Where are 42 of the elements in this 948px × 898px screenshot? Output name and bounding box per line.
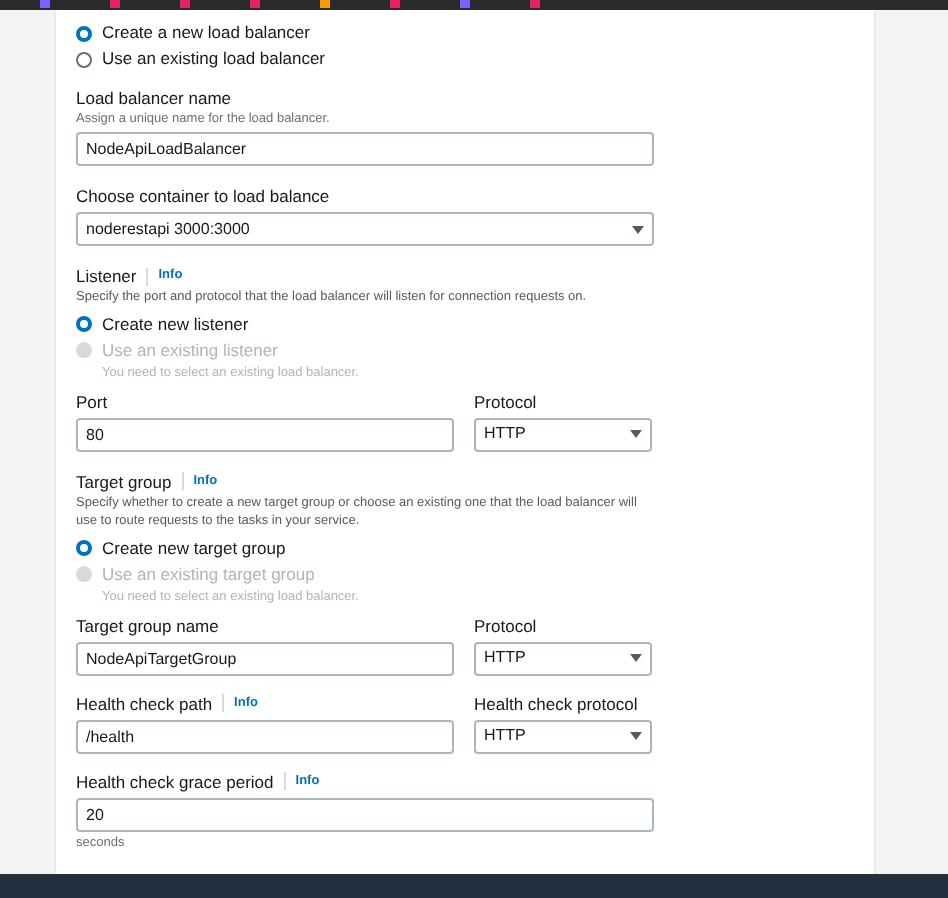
select-dropdown[interactable]: HTTP <box>474 417 652 451</box>
field-label: Port <box>76 389 108 413</box>
text-field[interactable]: NodeApiTargetGroup <box>76 641 454 675</box>
caret-icon <box>630 732 642 740</box>
radio-button[interactable] <box>76 25 92 41</box>
field-label: Load balancer name <box>76 86 232 110</box>
field-label: Choose container to load balance <box>76 184 330 208</box>
text-field[interactable]: 20 <box>76 797 654 831</box>
bookmark-icon[interactable] <box>180 0 190 8</box>
radio-label: Create new listener <box>102 311 249 337</box>
field-label: Target group <box>76 469 172 493</box>
bookmark-icon[interactable] <box>110 0 120 8</box>
radio-button[interactable] <box>76 540 92 556</box>
field-label: Protocol <box>474 389 537 413</box>
bookmark-icon[interactable] <box>390 0 400 8</box>
radio-button[interactable] <box>76 51 92 67</box>
field-label: Protocol <box>474 613 537 637</box>
bookmark-icon[interactable] <box>250 0 260 8</box>
field-label: Health check grace period <box>76 769 274 793</box>
select-dropdown[interactable]: HTTP <box>474 641 652 675</box>
bookmark-icon[interactable] <box>320 0 330 8</box>
text-field[interactable]: /health <box>76 719 454 753</box>
caret-icon <box>630 430 642 438</box>
radio-label: Create a new load balancer <box>102 20 310 46</box>
select-dropdown[interactable]: noderestapi 3000:3000 <box>76 212 654 246</box>
caret-icon <box>632 225 644 233</box>
field-label: Listener <box>76 264 137 288</box>
text-field[interactable]: NodeApiLoadBalancer <box>76 132 654 166</box>
radio-label: Create new target group <box>102 535 286 561</box>
field-label: Health check path <box>76 691 213 715</box>
radio-label: Use an existing listener <box>102 337 278 363</box>
radio-label: Use an existing target group <box>102 561 315 587</box>
text-field[interactable]: 80 <box>76 417 454 451</box>
field-label: Health check protocol <box>474 691 638 715</box>
select-dropdown[interactable]: HTTP <box>474 719 652 753</box>
radio-button[interactable] <box>76 316 92 332</box>
bookmark-icon[interactable] <box>40 0 50 8</box>
bookmark-icon[interactable] <box>530 0 540 8</box>
radio-label: Use an existing load balancer <box>102 46 326 72</box>
caret-icon <box>630 654 642 662</box>
bookmark-icon[interactable] <box>460 0 470 8</box>
field-label: Target group name <box>76 613 219 637</box>
